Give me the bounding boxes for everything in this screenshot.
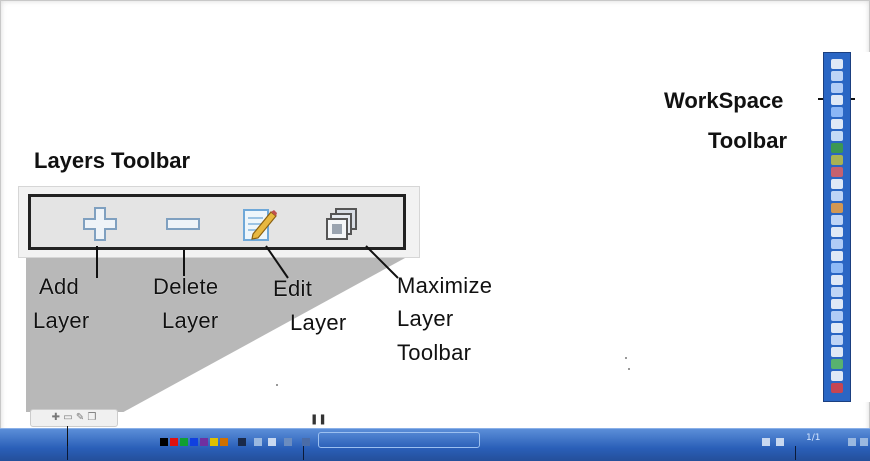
maximize-layer-toolbar-icon [326, 208, 357, 240]
workspace-toolbar-button[interactable] [831, 131, 843, 141]
pause-icon: ❚❚ [310, 414, 327, 425]
workspace-toolbar-button[interactable] [831, 71, 843, 81]
color-swatch-yellow[interactable] [210, 438, 218, 446]
toolbar-callout-tick [303, 446, 304, 460]
delete-layer-icon [166, 218, 200, 230]
workspace-toolbar-button[interactable] [831, 227, 843, 237]
workspace-toolbar-button[interactable] [831, 59, 843, 69]
stray-mark [628, 368, 630, 370]
workspace-toolbar-button[interactable] [831, 383, 843, 393]
color-swatch-blue[interactable] [190, 438, 198, 446]
workspace-toolbar-button[interactable] [831, 299, 843, 309]
edit-layer-button[interactable] [239, 204, 279, 244]
workspace-toolbar-button[interactable] [831, 83, 843, 93]
mini-layers-toolbar[interactable]: ✚ ▭ ✎ ❐ [30, 409, 118, 427]
workspace-toolbar-button[interactable] [831, 179, 843, 189]
workspace-toolbar-button[interactable] [831, 359, 843, 369]
workspace-toolbar-button[interactable] [831, 95, 843, 105]
edit-layer-label-line2: Layer [290, 310, 347, 335]
list-tool-icon[interactable] [284, 438, 292, 446]
maximize-layer-toolbar-button[interactable] [322, 204, 362, 244]
next-page-icon[interactable] [776, 438, 784, 446]
workspace-toolbar [823, 52, 851, 402]
color-swatch-orange[interactable] [220, 438, 228, 446]
add-layer-connector [96, 246, 98, 278]
grid-tool-icon[interactable] [254, 438, 262, 446]
maximize-label-line1: Maximize [397, 273, 493, 298]
pen-tool-icon[interactable] [238, 438, 246, 446]
color-swatch-purple[interactable] [200, 438, 208, 446]
workspace-toolbar-button[interactable] [831, 119, 843, 129]
stray-mark [276, 384, 278, 386]
workspace-toolbar-heading-line1: WorkSpace [664, 88, 784, 113]
workspace-toolbar-button[interactable] [831, 107, 843, 117]
color-swatch-black[interactable] [160, 438, 168, 446]
workspace-toolbar-button[interactable] [831, 323, 843, 333]
workspace-toolbar-button[interactable] [831, 215, 843, 225]
workspace-toolbar-heading-line2: Toolbar [708, 128, 788, 153]
delete-layer-connector [183, 250, 185, 276]
page-indicator: 1/1 [806, 433, 821, 443]
workspace-toolbar-button[interactable] [831, 143, 843, 153]
nav-arrow-icon[interactable] [860, 438, 868, 446]
stray-mark [625, 357, 627, 359]
workspace-toolbar-button[interactable] [831, 203, 843, 213]
edit-layer-label-line1: Edit [273, 276, 313, 301]
add-layer-label-line2: Layer [33, 308, 90, 333]
workspace-toolbar-button[interactable] [831, 155, 843, 165]
workspace-toolbar-button[interactable] [831, 311, 843, 321]
workspace-toolbar-button[interactable] [831, 335, 843, 345]
workspace-toolbar-button[interactable] [831, 263, 843, 273]
layers-toolbar-heading: Layers Toolbar [34, 148, 191, 173]
delete-layer-label-line1: Delete [153, 274, 219, 299]
edit-layer-icon [243, 209, 277, 241]
add-layer-icon [83, 207, 117, 241]
workspace-toolbar-button[interactable] [831, 371, 843, 381]
mini-layers-callout-tick [67, 446, 68, 460]
delete-layer-button[interactable] [163, 204, 203, 244]
workspace-toolbar-button[interactable] [831, 347, 843, 357]
workspace-toolbar-button[interactable] [831, 287, 843, 297]
color-swatch-green[interactable] [180, 438, 188, 446]
snap-tool-icon[interactable] [268, 438, 276, 446]
view-tool-icon[interactable] [302, 438, 310, 446]
delete-layer-label-line2: Layer [162, 308, 219, 333]
add-layer-button[interactable] [80, 204, 120, 244]
workspace-toolbar-button[interactable] [831, 275, 843, 285]
nav-arrow-icon[interactable] [848, 438, 856, 446]
workspace-panel-edge [855, 52, 870, 402]
workspace-toolbar-button[interactable] [831, 251, 843, 261]
zoom-slider[interactable] [318, 432, 480, 448]
workspace-toolbar-button[interactable] [831, 239, 843, 249]
workspace-toolbar-button[interactable] [831, 167, 843, 177]
workspace-toolbar-button[interactable] [831, 191, 843, 201]
prev-page-icon[interactable] [762, 438, 770, 446]
maximize-label-line3: Toolbar [397, 340, 472, 365]
add-layer-label-line1: Add [39, 274, 80, 299]
maximize-label-line2: Layer [397, 306, 454, 331]
color-swatch-red[interactable] [170, 438, 178, 446]
page-callout-tick [795, 446, 796, 460]
mini-layers-callout-line [67, 426, 68, 446]
